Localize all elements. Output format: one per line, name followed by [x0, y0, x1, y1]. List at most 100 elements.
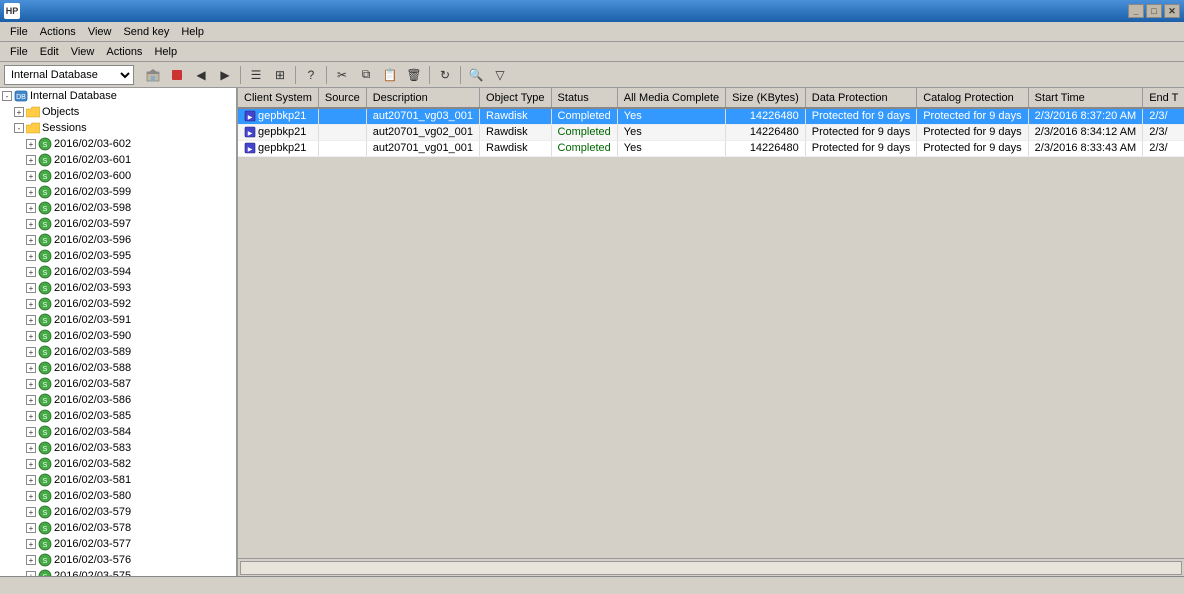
tree-node-s575[interactable]: + S 2016/02/03-575: [0, 568, 236, 576]
tree-node-s576[interactable]: + S 2016/02/03-576: [0, 552, 236, 568]
col-start[interactable]: Start Time: [1028, 88, 1143, 108]
menu-file[interactable]: File: [4, 24, 34, 40]
submenu-edit[interactable]: Edit: [34, 44, 65, 60]
col-client[interactable]: Client System: [238, 88, 318, 108]
table-row[interactable]: ▶gepbkp21aut20701_vg01_001RawdiskComplet…: [238, 140, 1184, 156]
tree-node-s583[interactable]: + S 2016/02/03-583: [0, 440, 236, 456]
toolbar-copy-btn[interactable]: ⧉: [355, 65, 377, 85]
col-end[interactable]: End T: [1143, 88, 1184, 108]
expand-s601[interactable]: +: [26, 155, 36, 165]
tree-node-s593[interactable]: + S 2016/02/03-593: [0, 280, 236, 296]
expand-s585[interactable]: +: [26, 411, 36, 421]
expand-s581[interactable]: +: [26, 475, 36, 485]
menu-sendkey[interactable]: Send key: [117, 24, 175, 40]
submenu-help[interactable]: Help: [148, 44, 183, 60]
toolbar-home-btn[interactable]: [142, 65, 164, 85]
tree-node-s602[interactable]: + S 2016/02/03-602: [0, 136, 236, 152]
tree-node-s582[interactable]: + S 2016/02/03-582: [0, 456, 236, 472]
tree-node-objects[interactable]: + Objects: [0, 104, 236, 120]
tree-node-s592[interactable]: + S 2016/02/03-592: [0, 296, 236, 312]
col-media[interactable]: All Media Complete: [617, 88, 725, 108]
tree-node-s595[interactable]: + S 2016/02/03-595: [0, 248, 236, 264]
table-scroll[interactable]: Client System Source Description Object …: [238, 88, 1184, 558]
toolbar-delete-btn[interactable]: 🗑: [403, 65, 425, 85]
tree-node-s599[interactable]: + S 2016/02/03-599: [0, 184, 236, 200]
bottom-scrollbar[interactable]: [238, 558, 1184, 576]
tree-node-s587[interactable]: + S 2016/02/03-587: [0, 376, 236, 392]
expand-s596[interactable]: +: [26, 235, 36, 245]
col-desc[interactable]: Description: [366, 88, 479, 108]
tree-node-internal-db[interactable]: - DB Internal Database: [0, 88, 236, 104]
tree-node-s577[interactable]: + S 2016/02/03-577: [0, 536, 236, 552]
expand-s580[interactable]: +: [26, 491, 36, 501]
toolbar-stop-btn[interactable]: [166, 65, 188, 85]
tree-node-s578[interactable]: + S 2016/02/03-578: [0, 520, 236, 536]
submenu-file[interactable]: File: [4, 44, 34, 60]
tree-node-s597[interactable]: + S 2016/02/03-597: [0, 216, 236, 232]
expand-s579[interactable]: +: [26, 507, 36, 517]
close-button[interactable]: ✕: [1164, 4, 1180, 18]
tree-node-s596[interactable]: + S 2016/02/03-596: [0, 232, 236, 248]
tree-node-s581[interactable]: + S 2016/02/03-581: [0, 472, 236, 488]
window-controls[interactable]: _ □ ✕: [1128, 4, 1180, 18]
col-type[interactable]: Object Type: [480, 88, 552, 108]
maximize-button[interactable]: □: [1146, 4, 1162, 18]
toolbar-back-btn[interactable]: ◀: [190, 65, 212, 85]
expand-s578[interactable]: +: [26, 523, 36, 533]
tree-node-s589[interactable]: + S 2016/02/03-589: [0, 344, 236, 360]
toolbar-list-btn[interactable]: ☰: [245, 65, 267, 85]
expand-s589[interactable]: +: [26, 347, 36, 357]
col-catalog-protection[interactable]: Catalog Protection: [917, 88, 1028, 108]
submenu-actions[interactable]: Actions: [100, 44, 148, 60]
submenu-view[interactable]: View: [65, 44, 101, 60]
toolbar-help-btn[interactable]: ?: [300, 65, 322, 85]
toolbar-refresh-btn[interactable]: ↻: [434, 65, 456, 85]
expand-internal-db[interactable]: -: [2, 91, 12, 101]
tree-node-s588[interactable]: + S 2016/02/03-588: [0, 360, 236, 376]
expand-s599[interactable]: +: [26, 187, 36, 197]
expand-s586[interactable]: +: [26, 395, 36, 405]
expand-s597[interactable]: +: [26, 219, 36, 229]
scope-dropdown[interactable]: Internal Database: [4, 65, 134, 85]
table-row[interactable]: ▶gepbkp21aut20701_vg03_001RawdiskComplet…: [238, 108, 1184, 124]
col-size[interactable]: Size (KBytes): [726, 88, 806, 108]
menu-view[interactable]: View: [82, 24, 118, 40]
expand-s576[interactable]: +: [26, 555, 36, 565]
toolbar-cut-btn[interactable]: ✂: [331, 65, 353, 85]
expand-objects[interactable]: +: [14, 107, 24, 117]
expand-s587[interactable]: +: [26, 379, 36, 389]
expand-s582[interactable]: +: [26, 459, 36, 469]
tree-scroll[interactable]: - DB Internal Database + Objects -: [0, 88, 236, 576]
expand-s595[interactable]: +: [26, 251, 36, 261]
expand-s602[interactable]: +: [26, 139, 36, 149]
expand-s600[interactable]: +: [26, 171, 36, 181]
tree-node-s598[interactable]: + S 2016/02/03-598: [0, 200, 236, 216]
tree-node-s580[interactable]: + S 2016/02/03-580: [0, 488, 236, 504]
menu-actions[interactable]: Actions: [34, 24, 82, 40]
menu-help[interactable]: Help: [175, 24, 210, 40]
tree-node-s585[interactable]: + S 2016/02/03-585: [0, 408, 236, 424]
toolbar-grid-btn[interactable]: ⊞: [269, 65, 291, 85]
tree-node-s584[interactable]: + S 2016/02/03-584: [0, 424, 236, 440]
expand-s592[interactable]: +: [26, 299, 36, 309]
col-data-protection[interactable]: Data Protection: [805, 88, 916, 108]
expand-s583[interactable]: +: [26, 443, 36, 453]
col-status[interactable]: Status: [551, 88, 617, 108]
tree-node-s586[interactable]: + S 2016/02/03-586: [0, 392, 236, 408]
toolbar-filter-btn[interactable]: ▽: [489, 65, 511, 85]
tree-node-s601[interactable]: + S 2016/02/03-601: [0, 152, 236, 168]
expand-s584[interactable]: +: [26, 427, 36, 437]
tree-node-s590[interactable]: + S 2016/02/03-590: [0, 328, 236, 344]
expand-s594[interactable]: +: [26, 267, 36, 277]
tree-node-s579[interactable]: + S 2016/02/03-579: [0, 504, 236, 520]
toolbar-search-btn[interactable]: 🔍: [465, 65, 487, 85]
expand-s593[interactable]: +: [26, 283, 36, 293]
tree-node-s594[interactable]: + S 2016/02/03-594: [0, 264, 236, 280]
expand-s575[interactable]: +: [26, 571, 36, 576]
expand-s598[interactable]: +: [26, 203, 36, 213]
tree-node-s591[interactable]: + S 2016/02/03-591: [0, 312, 236, 328]
toolbar-fwd-btn[interactable]: ▶: [214, 65, 236, 85]
expand-s591[interactable]: +: [26, 315, 36, 325]
col-source[interactable]: Source: [318, 88, 366, 108]
expand-s577[interactable]: +: [26, 539, 36, 549]
